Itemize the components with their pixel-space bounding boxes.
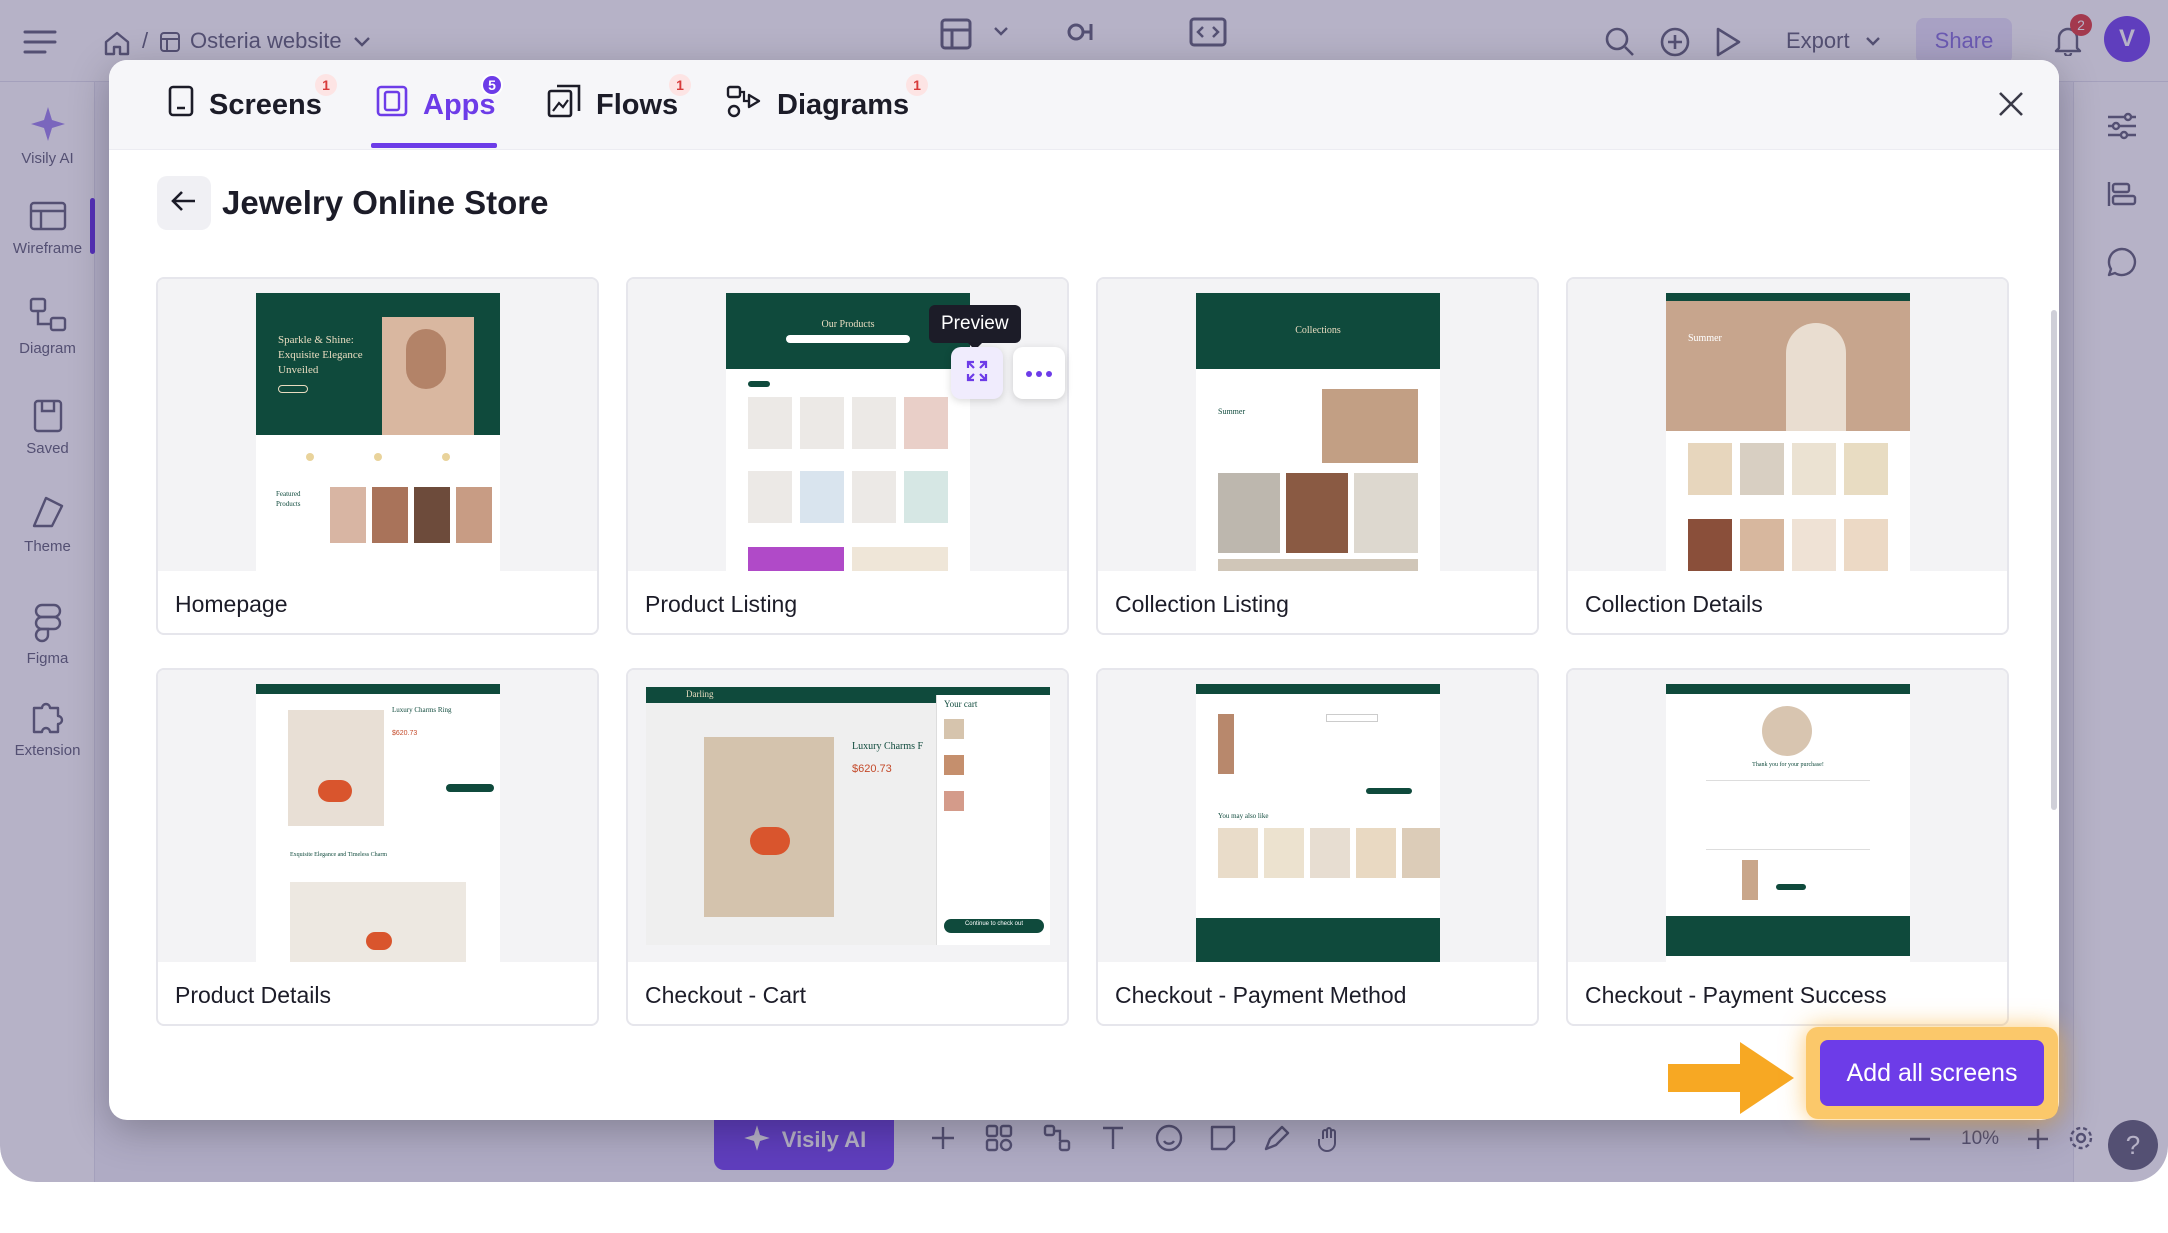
card-thumbnail: Collections Summer: [1098, 279, 1537, 571]
card-thumbnail: Darling Luxury Charms F $620.73 Your car…: [628, 670, 1067, 962]
homepage-preview: Sparkle & Shine: Exquisite Elegance Unve…: [256, 293, 500, 571]
close-button[interactable]: [1991, 86, 2031, 126]
hero-text: Collections: [1295, 325, 1341, 336]
product-name: Luxury Charms Ring: [392, 706, 452, 714]
card-label: Checkout - Payment Success: [1585, 982, 1887, 1008]
arrow-right-icon: [1666, 1038, 1798, 1123]
template-card-checkout-payment-success[interactable]: Thank you for your purchase! Checkout - …: [1566, 668, 2009, 1026]
tab-badge: 1: [906, 74, 928, 96]
screen-icon: [167, 84, 195, 126]
template-card-homepage[interactable]: Sparkle & Shine: Exquisite Elegance Unve…: [156, 277, 599, 635]
diagrams-icon: [725, 84, 763, 126]
preview-tooltip: Preview: [929, 305, 1021, 350]
checkout-cta: Continue to check out: [964, 921, 1024, 927]
more-horizontal-icon: [1026, 364, 1052, 382]
card-thumbnail: Luxury Charms Ring $620.73 Exquisite Ele…: [158, 670, 597, 962]
payment-success-preview: Thank you for your purchase!: [1666, 684, 1910, 962]
add-all-screens-button[interactable]: Add all screens: [1820, 1040, 2044, 1106]
template-card-collection-listing[interactable]: Collections Summer Collection Listing: [1096, 277, 1539, 635]
tab-badge: 5: [481, 74, 503, 96]
card-label: Product Details: [175, 982, 331, 1008]
tab-flows[interactable]: Flows: [546, 80, 678, 130]
product-details-preview: Luxury Charms Ring $620.73 Exquisite Ele…: [256, 684, 500, 962]
close-icon: [1998, 91, 2024, 122]
more-options-button[interactable]: [1013, 347, 1065, 399]
brand-text: Darling: [686, 689, 714, 699]
hero-text: Sparkle & Shine: Exquisite Elegance Unve…: [278, 334, 363, 376]
product-price: $620.73: [392, 730, 418, 737]
flows-icon: [546, 83, 582, 127]
template-card-checkout-payment-method[interactable]: You may also like Checkout - Payment Met…: [1096, 668, 1539, 1026]
card-label: Collection Details: [1585, 591, 1763, 617]
collection-listing-preview: Collections Summer: [1196, 293, 1440, 571]
sub-text: You may also like: [1218, 812, 1269, 820]
cart-title: Your cart: [944, 699, 978, 709]
sub-text: Summer: [1218, 407, 1246, 416]
card-thumbnail: You may also like: [1098, 670, 1537, 962]
checkout-cart-preview: Darling Luxury Charms F $620.73 Your car…: [646, 687, 1050, 945]
tab-screens[interactable]: Screens: [167, 80, 322, 130]
card-thumbnail: Summer: [1568, 279, 2007, 571]
thank-you-text: Thank you for your purchase!: [1752, 762, 1824, 768]
card-thumbnail: Sparkle & Shine: Exquisite Elegance Unve…: [158, 279, 597, 571]
card-label: Homepage: [175, 591, 288, 617]
tab-badge: 1: [669, 74, 691, 96]
card-label: Collection Listing: [1115, 591, 1289, 617]
tab-diagrams[interactable]: Diagrams: [725, 80, 909, 130]
template-modal: Screens 1 Apps 5 Flows 1 Diagrams 1 Jewe…: [109, 60, 2059, 1120]
tab-label: Screens: [209, 88, 322, 121]
apps-icon: [375, 84, 409, 126]
preview-button[interactable]: [951, 347, 1003, 399]
card-hover-actions: [951, 347, 1065, 399]
template-card-collection-details[interactable]: Summer Collection Details: [1566, 277, 2009, 635]
card-label: Checkout - Payment Method: [1115, 982, 1407, 1008]
arrow-left-icon: [171, 190, 197, 217]
card-label: Product Listing: [645, 591, 798, 617]
tab-label: Diagrams: [777, 88, 910, 121]
page-title: Jewelry Online Store: [222, 184, 549, 221]
template-card-checkout-cart[interactable]: Darling Luxury Charms F $620.73 Your car…: [626, 668, 1069, 1026]
back-button[interactable]: [157, 176, 211, 230]
card-label: Checkout - Cart: [645, 982, 807, 1008]
tab-apps[interactable]: Apps: [375, 80, 496, 130]
product-name: Luxury Charms F: [852, 741, 924, 752]
modal-tab-bar: Screens 1 Apps 5 Flows 1 Diagrams 1: [109, 60, 2059, 150]
hero-text: Summer: [1688, 333, 1722, 344]
tab-badge: 1: [315, 74, 337, 96]
payment-method-preview: You may also like: [1196, 684, 1440, 962]
card-thumbnail: Thank you for your purchase!: [1568, 670, 2007, 962]
active-tab-indicator: [371, 143, 497, 148]
scrollbar[interactable]: [2051, 310, 2057, 810]
template-card-product-details[interactable]: Luxury Charms Ring $620.73 Exquisite Ele…: [156, 668, 599, 1026]
product-price: $620.73: [852, 763, 892, 775]
featured-label: Featured Products: [276, 490, 301, 508]
sub-text: Exquisite Elegance and Timeless Charm: [290, 852, 387, 858]
collection-details-preview: Summer: [1666, 293, 1910, 571]
tab-label: Flows: [596, 88, 679, 121]
expand-icon: [965, 359, 989, 388]
